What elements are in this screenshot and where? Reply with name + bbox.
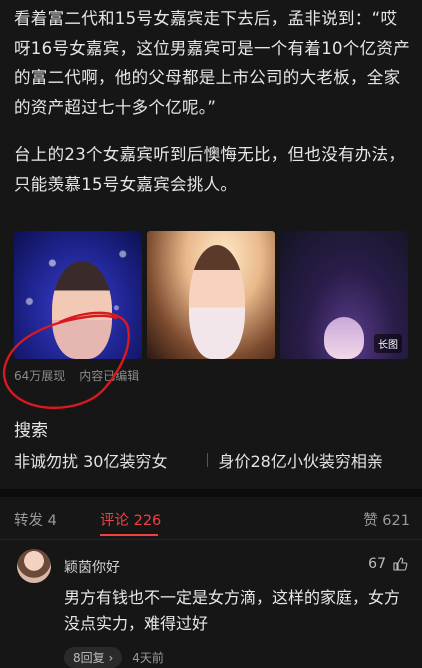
gallery-image[interactable] [147,231,275,359]
comment-like-count: 67 [368,556,386,572]
search-suggestions: 非诚勿扰 30亿装穷女 身价28亿小伙装穷相亲 [14,448,410,472]
article-paragraph: 台上的23个女嘉宾听到后懊悔无比，但也没有办法，只能羡慕15号女嘉宾会挑人。 [14,145,406,194]
comment-like-button[interactable]: 67 [368,556,408,572]
section-divider [0,489,422,497]
gallery-image[interactable] [14,231,142,359]
view-count: 64万展现 [14,369,66,383]
comment-username[interactable]: 颖茵你好 [64,557,120,577]
article-paragraph: 看着富二代和15号女嘉宾走下去后，孟非说到：“哎呀16号女嘉宾，这位男嘉宾可是一… [14,9,410,117]
article-meta: 64万展现 内容已编辑 [14,367,139,384]
image-gallery: 长图 [14,231,408,359]
tab-comments[interactable]: 评论 226 [100,509,161,530]
thumbs-up-icon [393,557,408,571]
article-body: 看着富二代和15号女嘉宾走下去后，孟非说到：“哎呀16号女嘉宾，这位男嘉宾可是一… [14,4,410,199]
interaction-tabs: 转发 4 评论 226 赞 621 [0,497,422,539]
active-tab-indicator [100,534,158,536]
search-section-title: 搜索 [14,421,48,441]
edited-note: 内容已编辑 [79,369,140,383]
photo-icon [324,317,364,359]
comment-time: 4天前 [132,651,164,665]
long-image-badge: 长图 [374,334,402,353]
tab-repost[interactable]: 转发 4 [14,509,57,530]
search-suggestion[interactable]: 身价28亿小伙装穷相亲 [218,448,382,472]
search-suggestion[interactable]: 非诚勿扰 30亿装穷女 [14,448,167,472]
replies-button[interactable]: 8回复 › [64,647,123,668]
divider [207,453,209,467]
comment-item: 颖茵你好 67 男方有钱也不一定是女方滴，这样的家庭，女方没点实力，难得过好 8… [0,540,422,668]
photo-icon [52,261,112,359]
comment-text: 男方有钱也不一定是女方滴，这样的家庭，女方没点实力，难得过好 [64,588,401,633]
tab-likes[interactable]: 赞 621 [363,509,410,530]
photo-icon [189,245,245,359]
gallery-image[interactable]: 长图 [280,231,408,359]
avatar[interactable] [17,549,51,583]
comment-footer: 8回复 › 4天前 [64,647,164,668]
